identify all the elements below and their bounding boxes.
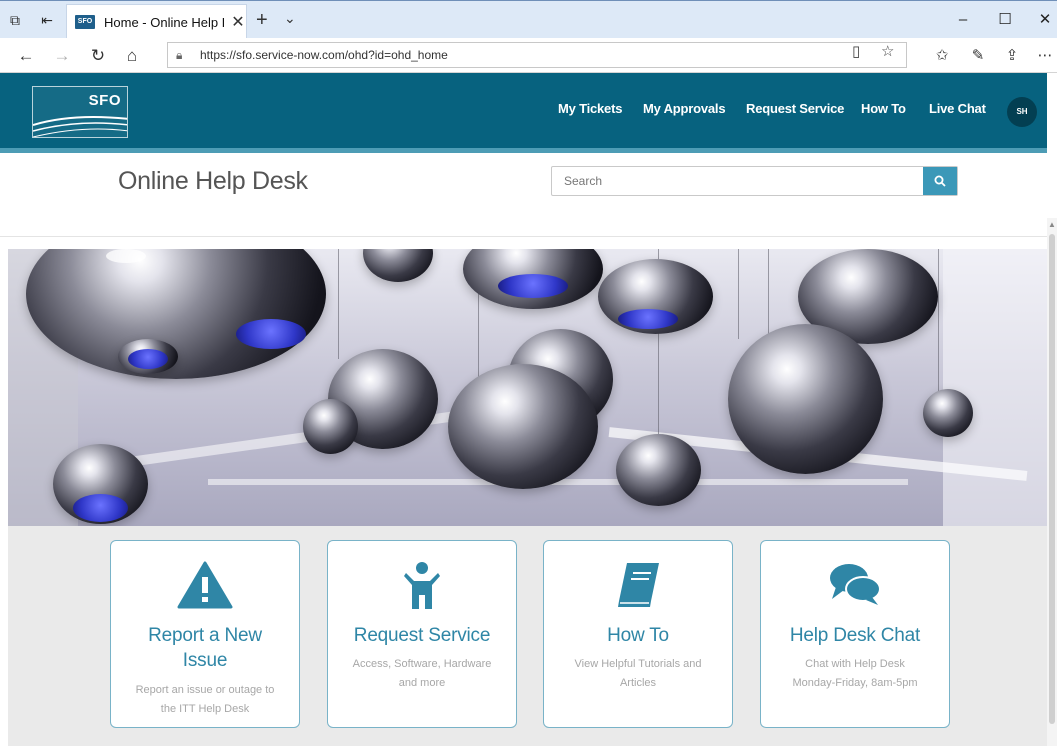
home-icon[interactable]: ⌂: [120, 45, 144, 67]
card-how-to[interactable]: How To View Helpful Tutorials and Articl…: [543, 540, 733, 728]
search-input[interactable]: [552, 167, 923, 195]
page-scrollbar[interactable]: ▲: [1047, 218, 1057, 746]
page-title: Online Help Desk: [118, 167, 308, 195]
close-icon[interactable]: ✕: [230, 12, 246, 32]
scroll-up-icon[interactable]: ▲: [1048, 220, 1056, 229]
scroll-thumb[interactable]: [1049, 234, 1055, 724]
search-button[interactable]: [923, 167, 957, 195]
card-request-service[interactable]: Request Service Access, Software, Hardwa…: [327, 540, 517, 728]
card-description: Access, Software, Hardware and more: [352, 658, 492, 689]
card-description: Chat with Help Desk Monday-Friday, 8am-5…: [792, 658, 918, 689]
reading-view-icon[interactable]: ▯: [852, 42, 860, 60]
favorites-icon[interactable]: ✩: [930, 45, 954, 67]
nav-my-approvals[interactable]: My Approvals: [643, 101, 726, 116]
hero-image: [8, 249, 1047, 526]
favicon: SFO: [75, 15, 95, 29]
star-icon[interactable]: ☆: [881, 42, 894, 60]
book-icon: [618, 563, 659, 607]
avatar[interactable]: SH: [1007, 97, 1037, 127]
share-icon[interactable]: ⇪: [1000, 45, 1024, 67]
tab-title: Home - Online Help De: [104, 14, 224, 30]
forward-arrow-icon[interactable]: →: [50, 45, 74, 67]
plus-icon[interactable]: +: [256, 9, 268, 32]
address-bar: ← → ↻ ⌂ 🔒︎ https://sfo.service-now.com/o…: [0, 38, 1057, 73]
maximize-icon[interactable]: ☐: [987, 9, 1023, 31]
window-close-icon[interactable]: ✕: [1027, 9, 1057, 31]
minimize-icon[interactable]: –: [945, 9, 981, 31]
pen-icon[interactable]: ✎: [966, 45, 990, 67]
url-field[interactable]: 🔒︎ https://sfo.service-now.com/ohd?id=oh…: [167, 42, 907, 68]
nav-live-chat[interactable]: Live Chat: [929, 101, 986, 116]
person-icon: [404, 562, 440, 609]
card-description: View Helpful Tutorials and Articles: [574, 658, 702, 689]
card-title: Request Service: [353, 625, 491, 646]
chevron-down-icon[interactable]: ⌄: [284, 10, 296, 27]
warning-icon: [177, 561, 233, 609]
refresh-icon[interactable]: ↻: [86, 45, 110, 67]
card-report-issue[interactable]: Report a New Issue Report an issue or ou…: [110, 540, 300, 728]
browser-tab[interactable]: SFO Home - Online Help De ✕: [66, 4, 247, 39]
site-header: SFO My Tickets My Approvals Request Serv…: [0, 73, 1047, 153]
browser-tab-bar: ⧉ ⇤ SFO Home - Online Help De ✕ + ⌄ – ☐ …: [0, 0, 1057, 39]
back-arrow-icon[interactable]: ←: [14, 45, 38, 67]
title-row: Online Help Desk: [0, 153, 1047, 237]
sfo-logo[interactable]: SFO: [32, 86, 128, 138]
nav-my-tickets[interactable]: My Tickets: [558, 101, 622, 116]
more-icon[interactable]: ⋯: [1033, 45, 1057, 67]
back-tabs-icon[interactable]: ⇤: [38, 11, 56, 29]
url-text: https://sfo.service-now.com/ohd?id=ohd_h…: [200, 48, 448, 62]
nav-how-to[interactable]: How To: [861, 101, 906, 116]
card-title: How To: [607, 625, 669, 646]
card-help-desk-chat[interactable]: Help Desk Chat Chat with Help Desk Monda…: [760, 540, 950, 728]
card-title: Help Desk Chat: [789, 625, 921, 646]
lock-icon: 🔒︎: [176, 47, 183, 62]
search-box: [551, 166, 958, 196]
tab-sets-icon[interactable]: ⧉: [6, 11, 24, 29]
chat-bubbles-icon: [830, 564, 881, 605]
quick-links-area: Report a New Issue Report an issue or ou…: [8, 526, 1047, 746]
search-icon: [934, 175, 946, 187]
nav-request-service[interactable]: Request Service: [746, 101, 844, 116]
card-description: Report an issue or outage to the ITT Hel…: [135, 684, 275, 715]
card-title: Report a New Issue: [148, 625, 262, 671]
